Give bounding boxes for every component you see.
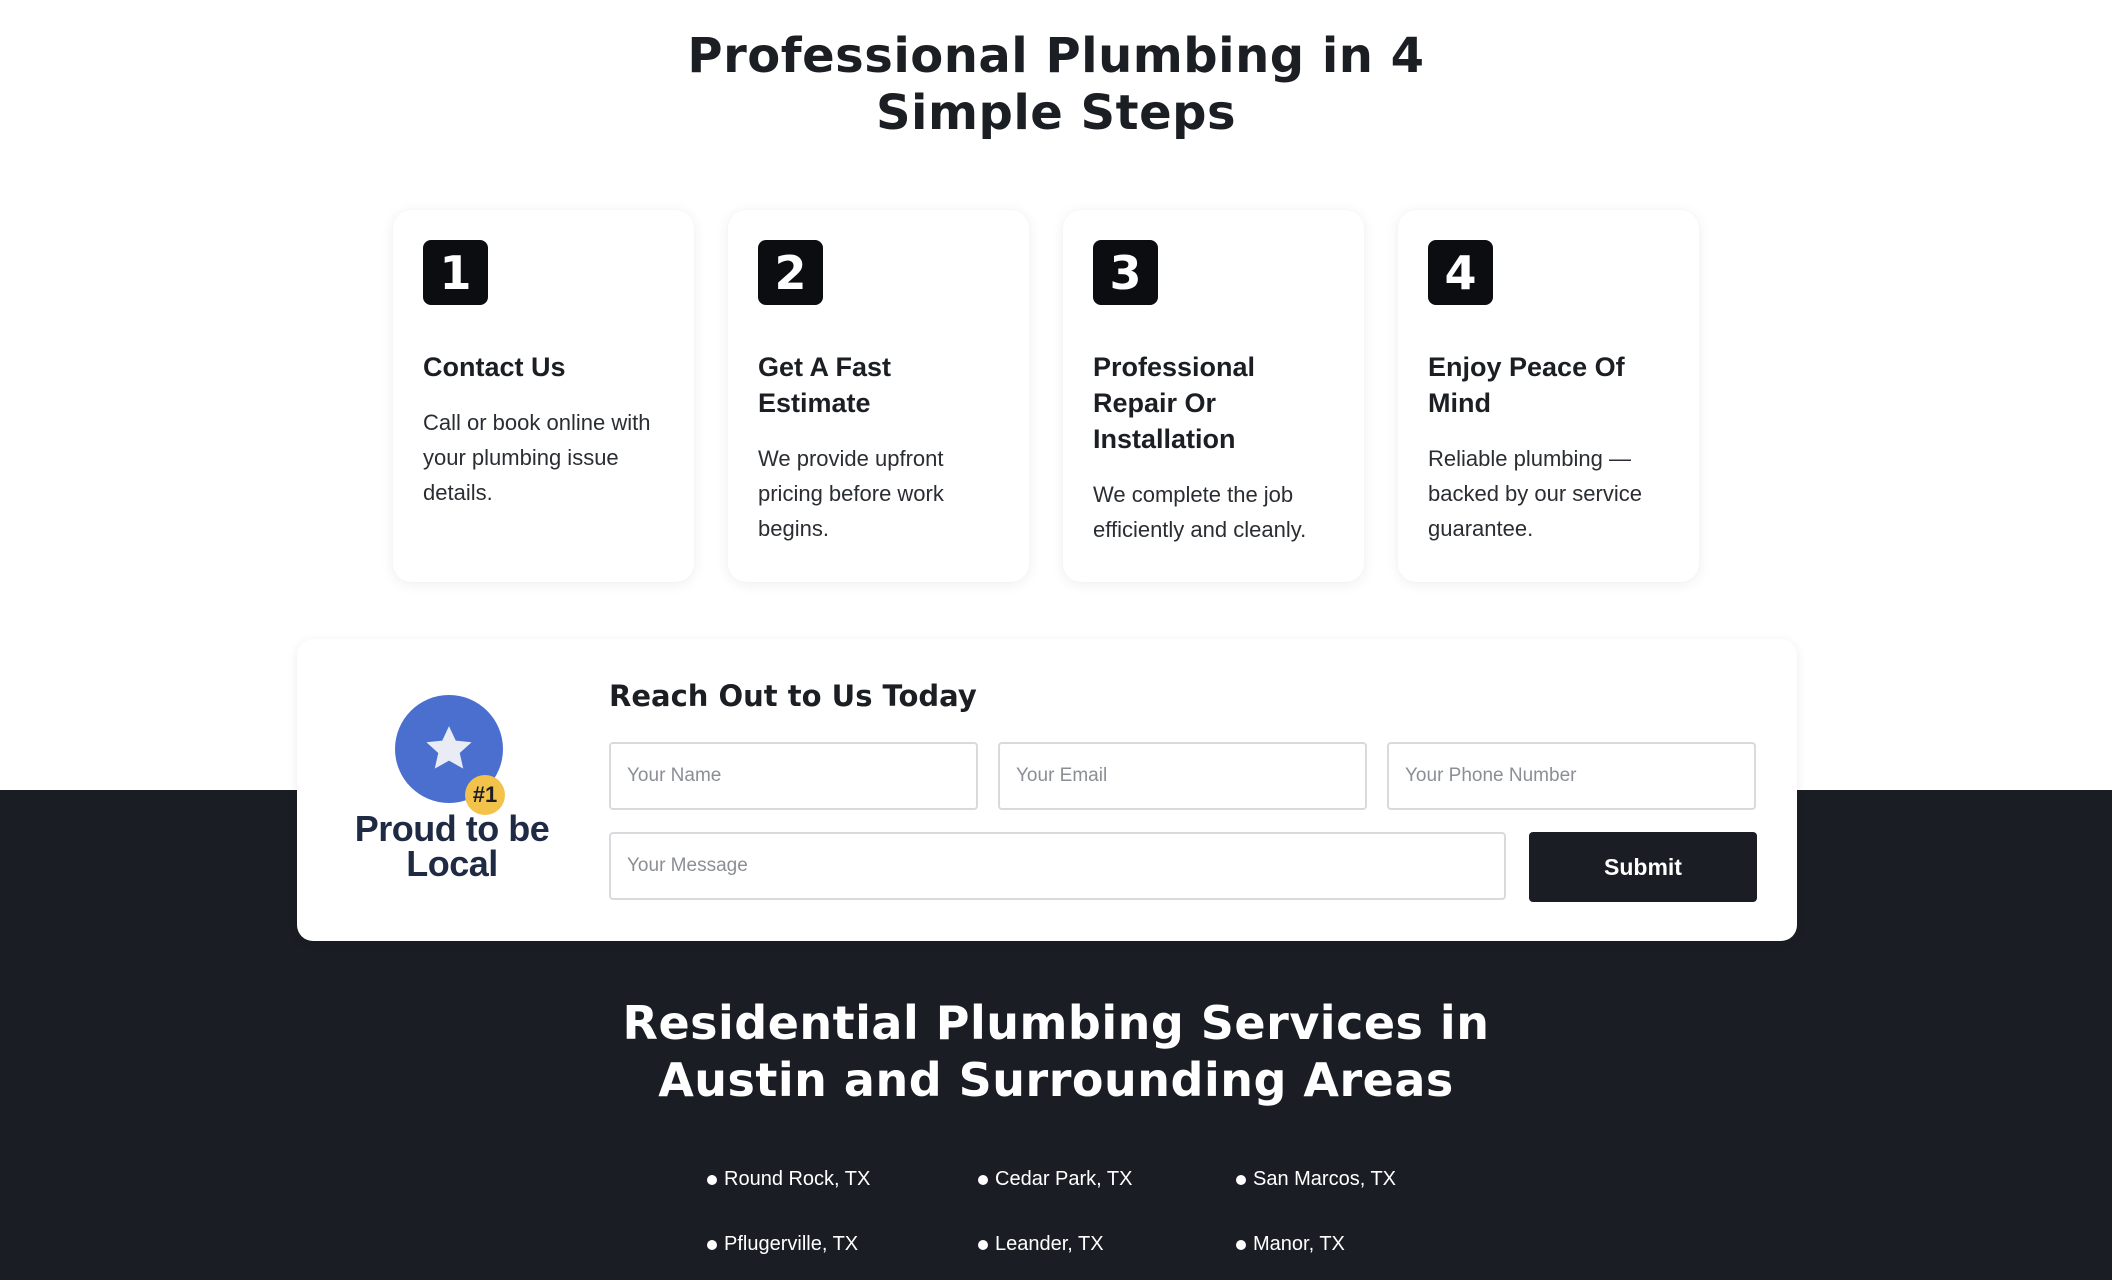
proud-local-badge: #1 Proud to be Local xyxy=(352,695,552,895)
service-areas-list: Round Rock, TX Cedar Park, TX San Marcos… xyxy=(707,1160,1507,1280)
step-description: We complete the job efficiently and clea… xyxy=(1093,482,1307,542)
step-title: Enjoy Peace Of Mind xyxy=(1428,352,1625,418)
phone-input[interactable] xyxy=(1387,742,1756,810)
service-area-item[interactable]: San Marcos, TX xyxy=(1236,1168,1396,1191)
star-icon xyxy=(426,726,472,769)
service-area-label: Round Rock, TX xyxy=(724,1168,871,1190)
bullet-icon xyxy=(1236,1239,1246,1250)
service-area-label: Pflugerville, TX xyxy=(724,1233,859,1255)
service-area-label: Manor, TX xyxy=(1253,1233,1345,1255)
services-title: Residential Plumbing Services in Austin … xyxy=(0,995,2112,1109)
step-card-1: 1 Contact Us Call or book online with yo… xyxy=(393,210,694,582)
steps-title: Professional Plumbing in 4 Simple Steps xyxy=(0,28,2112,142)
bullet-icon xyxy=(978,1174,988,1185)
service-area-item[interactable]: Pflugerville, TX xyxy=(707,1233,858,1256)
bullet-icon xyxy=(978,1239,988,1250)
services-title-line2: Austin and Surrounding Areas xyxy=(658,1053,1454,1107)
step-card-4: 4 Enjoy Peace Of Mind Reliable plumbing … xyxy=(1398,210,1699,582)
services-title-line1: Residential Plumbing Services in xyxy=(622,996,1490,1050)
form-title: Reach Out to Us Today xyxy=(609,679,977,713)
service-area-label: Cedar Park, TX xyxy=(995,1168,1133,1190)
steps-title-line1: Professional Plumbing in 4 xyxy=(687,28,1425,84)
bullet-icon xyxy=(1236,1174,1246,1185)
email-input[interactable] xyxy=(998,742,1367,810)
step-number-badge: 3 xyxy=(1093,240,1158,305)
service-area-label: Leander, TX xyxy=(995,1233,1104,1255)
step-number-badge: 1 xyxy=(423,240,488,305)
step-description: We provide upfront pricing before work b… xyxy=(758,446,944,541)
page: Professional Plumbing in 4 Simple Steps … xyxy=(0,0,2112,1280)
step-title: Get A Fast Estimate xyxy=(758,352,892,418)
step-number-badge: 4 xyxy=(1428,240,1493,305)
service-area-item[interactable]: Round Rock, TX xyxy=(707,1168,870,1191)
step-card-2: 2 Get A Fast Estimate We provide upfront… xyxy=(728,210,1029,582)
step-description: Call or book online with your plumbing i… xyxy=(423,410,651,505)
step-description: Reliable plumbing — backed by our servic… xyxy=(1428,446,1642,541)
local-badge-text: Proud to be Local xyxy=(352,808,552,884)
service-area-label: San Marcos, TX xyxy=(1253,1168,1397,1190)
local-badge-line2: Local xyxy=(406,843,498,884)
local-badge-line1: Proud to be xyxy=(354,808,550,849)
contact-form-card: #1 Proud to be Local Reach Out to Us Tod… xyxy=(297,639,1797,941)
step-title: Professional Repair Or Installation xyxy=(1093,352,1256,454)
service-area-item[interactable]: Leander, TX xyxy=(978,1233,1104,1256)
steps-title-line2: Simple Steps xyxy=(875,85,1237,141)
step-title: Contact Us xyxy=(423,352,566,382)
step-card-3: 3 Professional Repair Or Installation We… xyxy=(1063,210,1364,582)
bullet-icon xyxy=(707,1239,717,1250)
service-area-item[interactable]: Cedar Park, TX xyxy=(978,1168,1132,1191)
submit-button[interactable]: Submit xyxy=(1529,832,1757,902)
name-input[interactable] xyxy=(609,742,978,810)
bullet-icon xyxy=(707,1174,717,1185)
message-input[interactable] xyxy=(609,832,1506,900)
step-number-badge: 2 xyxy=(758,240,823,305)
service-area-item[interactable]: Manor, TX xyxy=(1236,1233,1345,1256)
step-cards: 1 Contact Us Call or book online with yo… xyxy=(393,210,1699,582)
